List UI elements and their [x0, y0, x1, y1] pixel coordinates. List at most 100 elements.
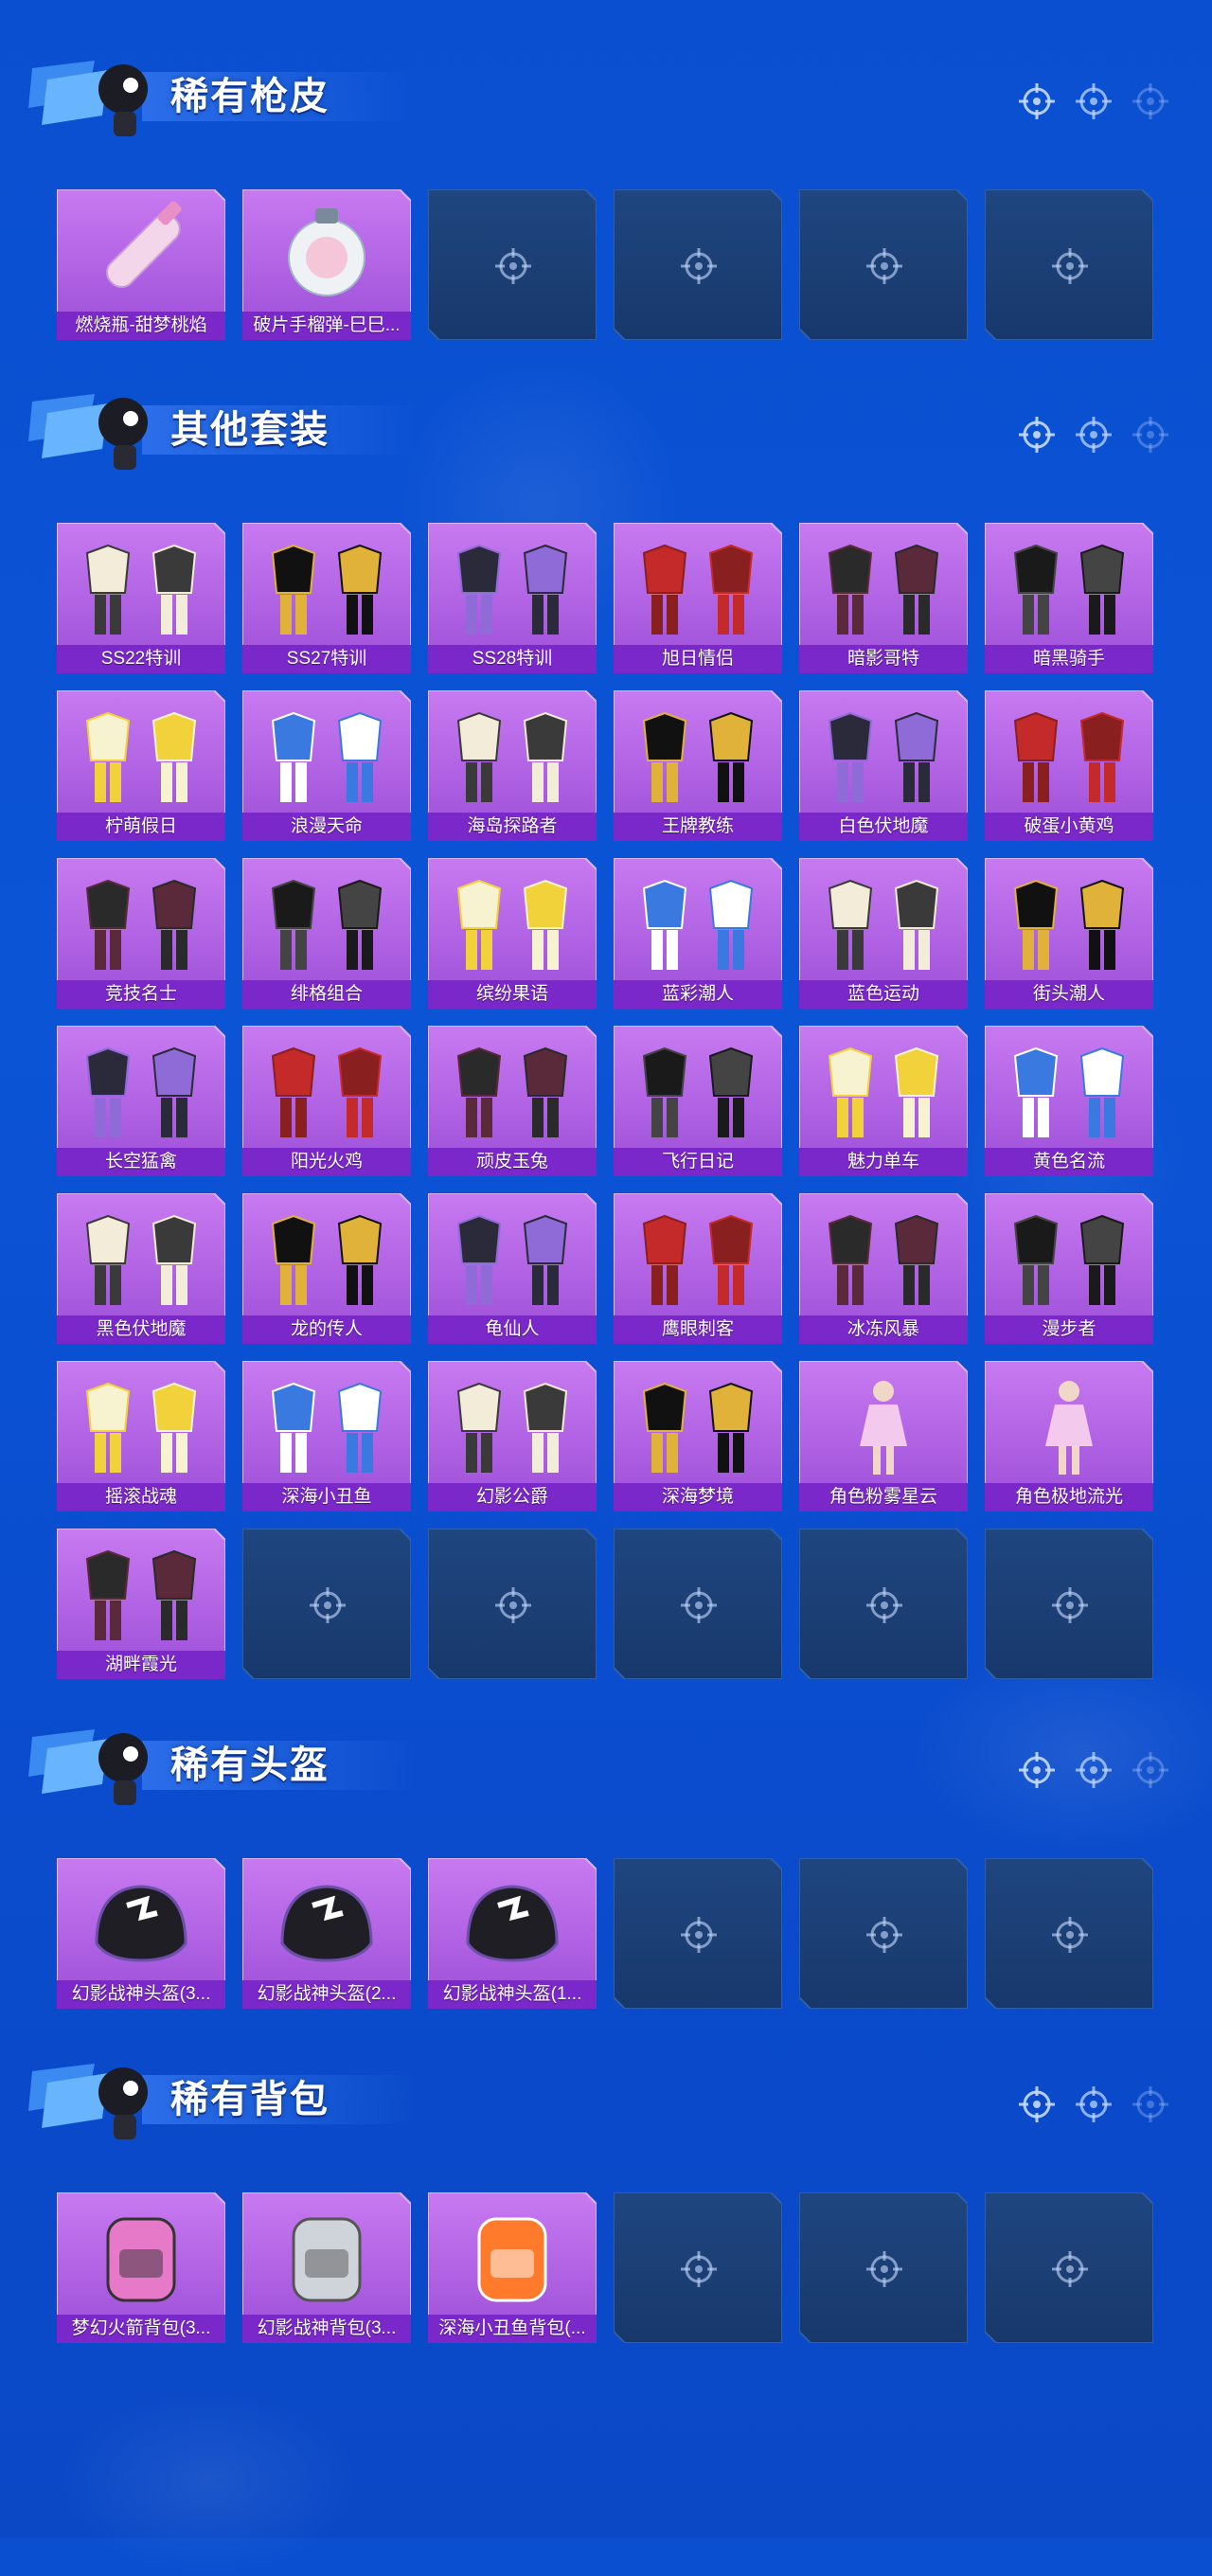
section-1: 其他套装 SS22特训 SS27特训 SS28特训 旭日情侣 暗影哥特 暗黑骑手 柠萌假日 浪漫…	[0, 371, 1212, 1679]
outfit-set-icon	[456, 1214, 568, 1305]
item-tile[interactable]: 湖畔霞光	[57, 1529, 225, 1679]
item-label: 旭日情侣	[614, 645, 782, 673]
item-tile[interactable]: 龙的传人	[242, 1193, 411, 1344]
item-tile[interactable]: 深海小丑鱼背包(...	[428, 2192, 597, 2343]
outfit-set-icon	[85, 1214, 197, 1305]
item-tile[interactable]: 黑色伏地魔	[57, 1193, 225, 1344]
crosshair-icon	[1019, 417, 1055, 453]
character-skin-icon	[860, 1381, 907, 1475]
outfit-set-icon	[271, 1046, 383, 1137]
item-tile[interactable]: 破片手榴弹-巳巳...	[242, 189, 411, 340]
item-label: 蓝彩潮人	[614, 980, 782, 1009]
outfit-set-icon	[85, 544, 197, 635]
outfit-set-icon	[828, 1214, 939, 1305]
item-tile[interactable]: 梦幻火箭背包(3...	[57, 2192, 225, 2343]
outfit-set-icon	[271, 1214, 383, 1305]
section-title: 稀有枪皮	[170, 76, 330, 117]
item-tile[interactable]: 飞行日记	[614, 1026, 782, 1176]
item-label: 深海小丑鱼	[242, 1483, 411, 1512]
mascot-icon	[28, 61, 148, 136]
item-tile[interactable]: 幻影战神头盔(3...	[57, 1858, 225, 2009]
crosshair-icon	[1076, 2086, 1112, 2122]
crosshair-icon	[681, 2251, 717, 2287]
item-tile[interactable]: SS28特训	[428, 523, 597, 673]
item-tile[interactable]: 蓝色运动	[799, 858, 968, 1009]
item-label: 幻影战神背包(3...	[242, 2315, 411, 2343]
outfit-set-icon	[828, 544, 939, 635]
item-tile[interactable]: 幻影战神头盔(1...	[428, 1858, 597, 2009]
section-header: 稀有背包	[0, 2041, 1212, 2145]
item-tile[interactable]: 幻影战神背包(3...	[242, 2192, 411, 2343]
item-tile[interactable]: 幻影公爵	[428, 1361, 597, 1512]
item-tile[interactable]: 白色伏地魔	[799, 690, 968, 841]
item-tile[interactable]: 冰冻风暴	[799, 1193, 968, 1344]
item-tile[interactable]: 燃烧瓶-甜梦桃焰	[57, 189, 225, 340]
item-tile[interactable]: 街头潮人	[985, 858, 1153, 1009]
item-tile[interactable]: 暗黑骑手	[985, 523, 1153, 673]
empty-slot	[985, 1858, 1153, 2009]
item-tile[interactable]: 绯格组合	[242, 858, 411, 1009]
item-label: 长空猛禽	[57, 1148, 225, 1176]
outfit-set-icon	[642, 1214, 754, 1305]
empty-slot	[985, 1529, 1153, 1679]
item-tile[interactable]: 竞技名士	[57, 858, 225, 1009]
item-grid: SS22特训 SS27特训 SS28特训 旭日情侣 暗影哥特 暗黑骑手柠萌假日 浪漫天命 海岛…	[57, 523, 1153, 1679]
item-label: 幻影战神头盔(2...	[242, 1980, 411, 2009]
outfit-set-icon	[1013, 1214, 1125, 1305]
item-tile[interactable]: SS27特训	[242, 523, 411, 673]
crosshair-icon	[1076, 417, 1112, 453]
empty-slot	[614, 189, 782, 340]
decorative-reticle-group	[1017, 81, 1170, 121]
outfit-set-icon	[456, 544, 568, 635]
item-tile[interactable]: SS22特训	[57, 523, 225, 673]
crosshair-icon	[1052, 1917, 1088, 1953]
backpack-icon	[106, 2217, 176, 2302]
item-tile[interactable]: 深海梦境	[614, 1361, 782, 1512]
item-tile[interactable]: 龟仙人	[428, 1193, 597, 1344]
crosshair-icon	[1052, 1587, 1088, 1623]
item-tile[interactable]: 摇滚战魂	[57, 1361, 225, 1512]
outfit-set-icon	[271, 1382, 383, 1473]
item-tile[interactable]: 旭日情侣	[614, 523, 782, 673]
item-label: 幻影战神头盔(1...	[428, 1980, 597, 2009]
item-tile[interactable]: 蓝彩潮人	[614, 858, 782, 1009]
item-tile[interactable]: 柠萌假日	[57, 690, 225, 841]
item-grid: 燃烧瓶-甜梦桃焰 破片手榴弹-巳巳...	[57, 189, 1153, 340]
item-tile[interactable]: 破蛋小黄鸡	[985, 690, 1153, 841]
item-tile[interactable]: 漫步者	[985, 1193, 1153, 1344]
item-tile[interactable]: 浪漫天命	[242, 690, 411, 841]
item-tile[interactable]: 长空猛禽	[57, 1026, 225, 1176]
outfit-set-icon	[456, 711, 568, 802]
item-tile[interactable]: 暗影哥特	[799, 523, 968, 673]
item-tile[interactable]: 阳光火鸡	[242, 1026, 411, 1176]
item-label: 角色粉雾星云	[799, 1483, 968, 1512]
item-label: 浪漫天命	[242, 813, 411, 841]
item-tile[interactable]: 幻影战神头盔(2...	[242, 1858, 411, 2009]
section-title: 稀有头盔	[170, 1744, 330, 1786]
item-tile[interactable]: 角色极地流光	[985, 1361, 1153, 1512]
item-tile[interactable]: 海岛探路者	[428, 690, 597, 841]
outfit-set-icon	[642, 1382, 754, 1473]
item-label: 龙的传人	[242, 1315, 411, 1344]
item-tile[interactable]: 顽皮玉兔	[428, 1026, 597, 1176]
item-tile[interactable]: 缤纷果语	[428, 858, 597, 1009]
outfit-set-icon	[642, 1046, 754, 1137]
character-skin-icon	[1045, 1381, 1093, 1475]
item-tile[interactable]: 魅力单车	[799, 1026, 968, 1176]
crosshair-icon	[1019, 1752, 1055, 1788]
section-0: 稀有枪皮燃烧瓶-甜梦桃焰 破片手榴弹-巳巳...	[0, 38, 1212, 340]
item-label: 阳光火鸡	[242, 1148, 411, 1176]
outfit-set-icon	[456, 1382, 568, 1473]
backpack-icon	[292, 2217, 362, 2302]
item-tile[interactable]: 黄色名流	[985, 1026, 1153, 1176]
item-tile[interactable]: 鹰眼刺客	[614, 1193, 782, 1344]
item-label: 黄色名流	[985, 1148, 1153, 1176]
item-tile[interactable]: 王牌教练	[614, 690, 782, 841]
item-tile[interactable]: 角色粉雾星云	[799, 1361, 968, 1512]
item-tile[interactable]: 深海小丑鱼	[242, 1361, 411, 1512]
item-label: 绯格组合	[242, 980, 411, 1009]
empty-slot	[799, 1858, 968, 2009]
decorative-reticle-group	[1017, 1750, 1170, 1790]
crosshair-icon	[1019, 83, 1055, 119]
item-label: 柠萌假日	[57, 813, 225, 841]
